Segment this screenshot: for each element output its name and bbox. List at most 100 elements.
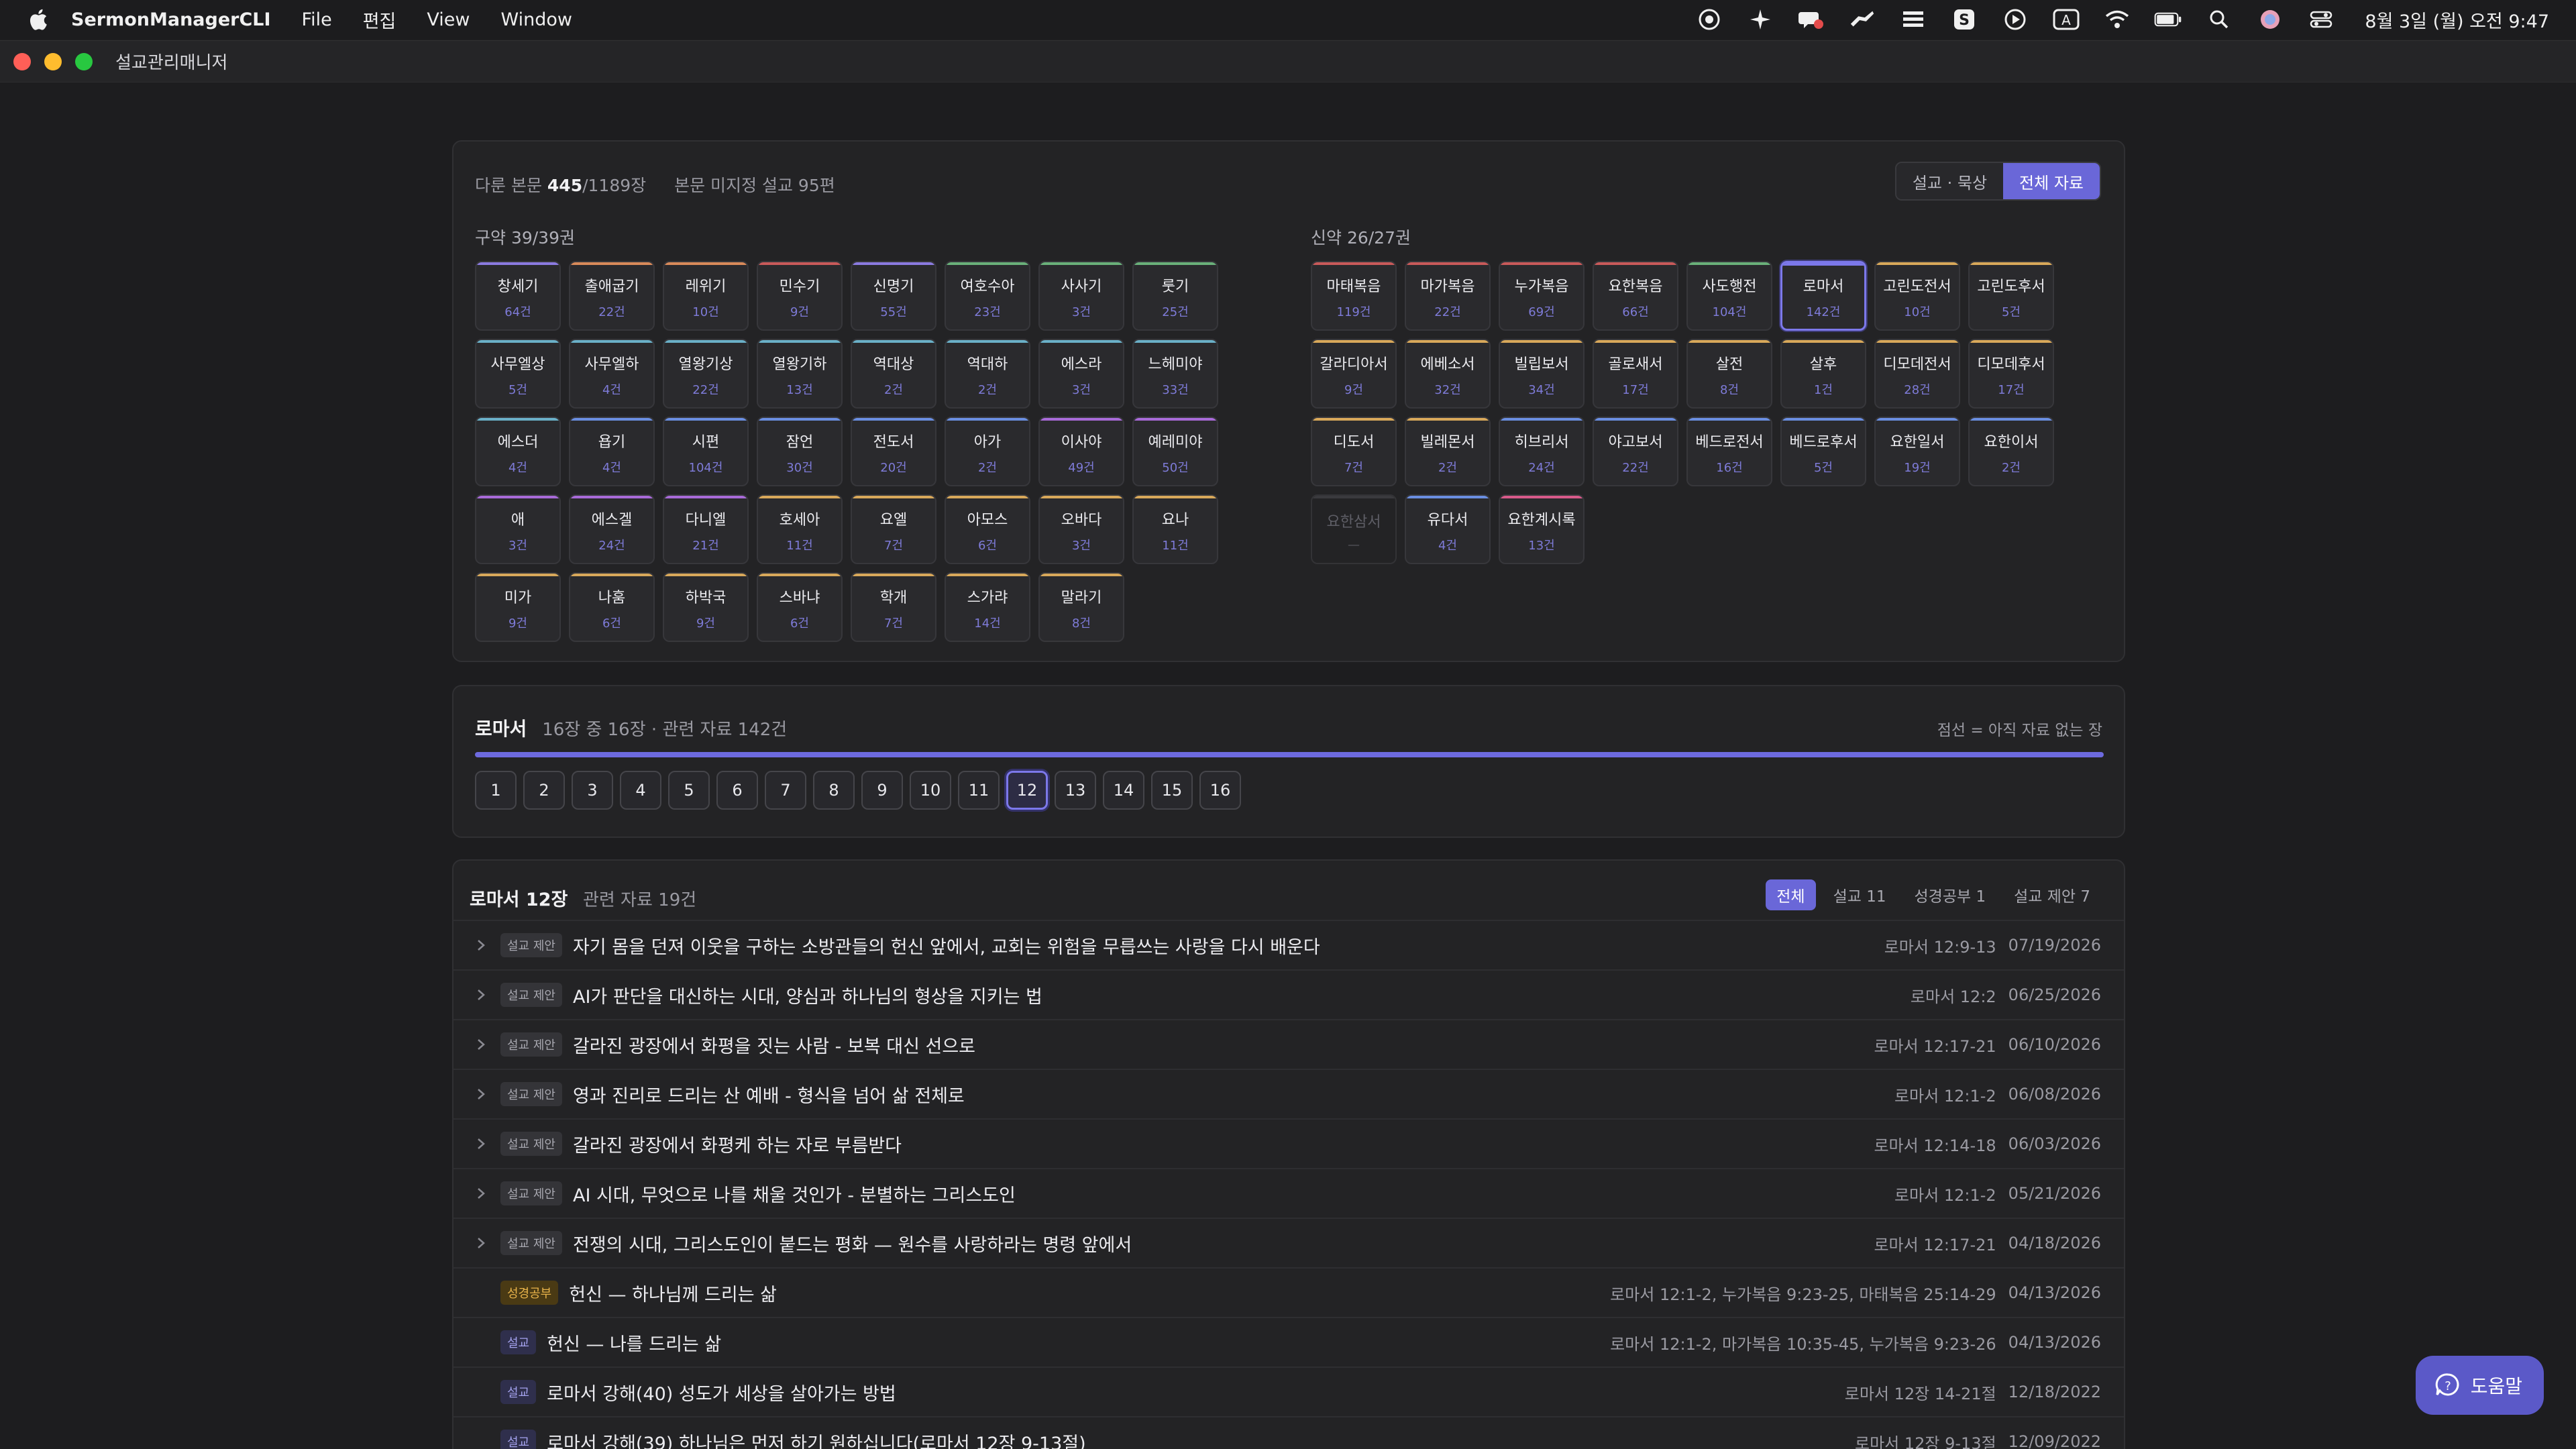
search-icon[interactable] bbox=[2205, 5, 2233, 34]
book-tile[interactable]: 느헤미야 33건 bbox=[1132, 339, 1218, 409]
help-button[interactable]: ? 도움말 bbox=[2415, 1356, 2544, 1415]
book-tile[interactable]: 에베소서 32건 bbox=[1405, 339, 1491, 409]
book-tile[interactable]: 야고보서 22건 bbox=[1593, 417, 1678, 486]
list-item[interactable]: 설교 로마서 강해(40) 성도가 세상을 살아가는 방법 로마서 12장 14-2… bbox=[453, 1366, 2124, 1416]
book-tile[interactable]: 요한계시록 13건 bbox=[1499, 494, 1585, 564]
book-tile[interactable]: 살전 8건 bbox=[1686, 339, 1772, 409]
book-tile[interactable]: 예레미야 50건 bbox=[1132, 417, 1218, 486]
book-tile[interactable]: 민수기 9건 bbox=[757, 261, 843, 331]
book-tile[interactable]: 스가랴 14건 bbox=[945, 572, 1030, 642]
runner-icon[interactable] bbox=[1848, 5, 1876, 34]
profile-icon[interactable] bbox=[2256, 5, 2284, 34]
control-center-icon[interactable] bbox=[2307, 5, 2335, 34]
book-tile[interactable]: 다니엘 21건 bbox=[663, 494, 749, 564]
book-tile[interactable]: 에스더 4건 bbox=[475, 417, 561, 486]
book-tile[interactable]: 로마서 142건 bbox=[1780, 261, 1866, 331]
book-tile[interactable]: 빌립보서 34건 bbox=[1499, 339, 1585, 409]
chevron-right-icon[interactable] bbox=[474, 1186, 488, 1201]
chat-badge-icon[interactable] bbox=[1797, 5, 1825, 34]
book-tile[interactable]: 히브리서 24건 bbox=[1499, 417, 1585, 486]
list-item[interactable]: 설교 제안 영과 진리로 드리는 산 예배 - 형식을 넘어 삶 전체로 로마서 1… bbox=[453, 1069, 2124, 1118]
book-tile[interactable]: 베드로전서 16건 bbox=[1686, 417, 1772, 486]
book-tile[interactable]: 신명기 55건 bbox=[851, 261, 936, 331]
book-tile[interactable]: 시편 104건 bbox=[663, 417, 749, 486]
chapter-button[interactable]: 16 bbox=[1199, 771, 1241, 810]
menu-view[interactable]: View bbox=[427, 9, 470, 30]
book-tile[interactable]: 마태복음 119건 bbox=[1311, 261, 1397, 331]
list-item[interactable]: 설교 제안 전쟁의 시대, 그리스도인이 붙드는 평화 — 원수를 사랑하라는 명… bbox=[453, 1218, 2124, 1267]
book-tile[interactable]: 말라기 8건 bbox=[1038, 572, 1124, 642]
book-tile[interactable]: 하박국 9건 bbox=[663, 572, 749, 642]
chapter-button[interactable]: 3 bbox=[572, 771, 613, 810]
chapter-button[interactable]: 12 bbox=[1006, 771, 1048, 810]
book-tile[interactable]: 이사야 49건 bbox=[1038, 417, 1124, 486]
s-app-icon[interactable]: S bbox=[1950, 5, 1978, 34]
book-tile[interactable]: 고린도후서 5건 bbox=[1968, 261, 2054, 331]
chapter-button[interactable]: 7 bbox=[765, 771, 806, 810]
list-item[interactable]: 성경공부 헌신 — 하나님께 드리는 삶 로마서 12:1-2, 누가복음 9:23… bbox=[453, 1267, 2124, 1317]
filter-button[interactable]: 성경공부 1 bbox=[1904, 879, 1997, 910]
book-tile[interactable]: 살후 1건 bbox=[1780, 339, 1866, 409]
book-tile[interactable]: 고린도전서 10건 bbox=[1874, 261, 1960, 331]
book-tile[interactable]: 아가 2건 bbox=[945, 417, 1030, 486]
book-tile[interactable]: 출애굽기 22건 bbox=[569, 261, 655, 331]
chapter-button[interactable]: 13 bbox=[1055, 771, 1096, 810]
menu-window[interactable]: Window bbox=[500, 9, 572, 30]
book-tile[interactable]: 아모스 6건 bbox=[945, 494, 1030, 564]
toggle-sermon-meditation[interactable]: 설교 · 묵상 bbox=[1896, 163, 2004, 199]
book-tile[interactable]: 사사기 3건 bbox=[1038, 261, 1124, 331]
list-item[interactable]: 설교 제안 자기 몸을 던져 이웃을 구하는 소방관들의 헌신 앞에서, 교회는 … bbox=[453, 920, 2124, 969]
book-tile[interactable]: 마가복음 22건 bbox=[1405, 261, 1491, 331]
filter-button[interactable]: 설교 제안 7 bbox=[2003, 879, 2101, 910]
chapter-button[interactable]: 11 bbox=[958, 771, 1000, 810]
book-tile[interactable]: 전도서 20건 bbox=[851, 417, 936, 486]
menu-app-name[interactable]: SermonManagerCLI bbox=[71, 9, 271, 30]
book-tile[interactable]: 여호수아 23건 bbox=[945, 261, 1030, 331]
filter-button[interactable]: 설교 11 bbox=[1823, 879, 1897, 910]
book-tile[interactable]: 호세아 11건 bbox=[757, 494, 843, 564]
book-tile[interactable]: 사도행전 104건 bbox=[1686, 261, 1772, 331]
chapter-button[interactable]: 9 bbox=[861, 771, 903, 810]
book-tile[interactable]: 레위기 10건 bbox=[663, 261, 749, 331]
minimize-window-button[interactable] bbox=[44, 52, 62, 70]
book-tile[interactable]: 에스라 3건 bbox=[1038, 339, 1124, 409]
chapter-button[interactable]: 6 bbox=[716, 771, 758, 810]
zoom-window-button[interactable] bbox=[75, 52, 93, 70]
chapter-button[interactable]: 10 bbox=[910, 771, 951, 810]
book-tile[interactable]: 열왕기하 13건 bbox=[757, 339, 843, 409]
list-item[interactable]: 설교 제안 AI가 판단을 대신하는 시대, 양심과 하나님의 형상을 지키는 법… bbox=[453, 969, 2124, 1019]
book-tile[interactable]: 역대하 2건 bbox=[945, 339, 1030, 409]
book-tile[interactable]: 잠언 30건 bbox=[757, 417, 843, 486]
close-window-button[interactable] bbox=[13, 52, 31, 70]
book-tile[interactable]: 디모데전서 28건 bbox=[1874, 339, 1960, 409]
book-tile[interactable]: 요한복음 66건 bbox=[1593, 261, 1678, 331]
toggle-all-materials[interactable]: 전체 자료 bbox=[2003, 163, 2100, 199]
filter-button[interactable]: 전체 bbox=[1766, 879, 1816, 910]
chapter-button[interactable]: 8 bbox=[813, 771, 855, 810]
chevron-right-icon[interactable] bbox=[474, 1236, 488, 1250]
battery-icon[interactable] bbox=[2154, 5, 2182, 34]
book-tile[interactable]: 사무엘하 4건 bbox=[569, 339, 655, 409]
list-item[interactable]: 설교 헌신 — 나를 드리는 삶 로마서 12:1-2, 마가복음 10:35-45… bbox=[453, 1317, 2124, 1366]
book-tile[interactable]: 디모데후서 17건 bbox=[1968, 339, 2054, 409]
book-tile[interactable]: 유다서 4건 bbox=[1405, 494, 1491, 564]
list-item[interactable]: 설교 제안 갈라진 광장에서 화평케 하는 자로 부름받다 로마서 12:14-18… bbox=[453, 1118, 2124, 1168]
book-tile[interactable]: 갈라디아서 9건 bbox=[1311, 339, 1397, 409]
chevron-right-icon[interactable] bbox=[474, 1136, 488, 1151]
book-tile[interactable]: 나훔 6건 bbox=[569, 572, 655, 642]
chevron-right-icon[interactable] bbox=[474, 1087, 488, 1102]
chapter-button[interactable]: 4 bbox=[620, 771, 661, 810]
book-tile[interactable]: 요한삼서 — bbox=[1311, 494, 1397, 564]
book-tile[interactable]: 누가복음 69건 bbox=[1499, 261, 1585, 331]
book-tile[interactable]: 요한이서 2건 bbox=[1968, 417, 2054, 486]
apple-icon[interactable] bbox=[27, 7, 48, 32]
book-tile[interactable]: 요나 11건 bbox=[1132, 494, 1218, 564]
play-icon[interactable] bbox=[2001, 5, 2029, 34]
chapter-button[interactable]: 1 bbox=[475, 771, 517, 810]
book-tile[interactable]: 역대상 2건 bbox=[851, 339, 936, 409]
book-tile[interactable]: 사무엘상 5건 bbox=[475, 339, 561, 409]
list-item[interactable]: 설교 로마서 강해(39) 하나님은 먼저 하기 원하십니다(로마서 12장 9-… bbox=[453, 1416, 2124, 1449]
book-tile[interactable]: 오바다 3건 bbox=[1038, 494, 1124, 564]
book-tile[interactable]: 룻기 25건 bbox=[1132, 261, 1218, 331]
chevron-right-icon[interactable] bbox=[474, 1037, 488, 1052]
